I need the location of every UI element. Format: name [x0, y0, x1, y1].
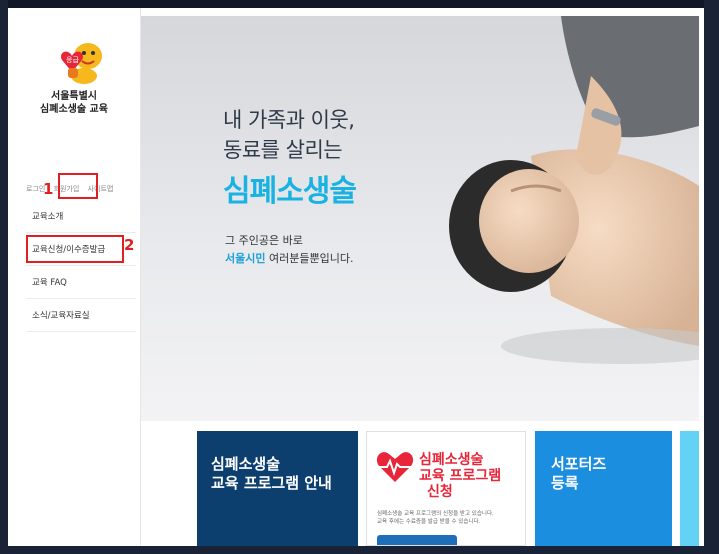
- card-program-apply-line3: 신청: [427, 484, 453, 500]
- window-edge-right: [704, 0, 719, 554]
- nav-item-faq[interactable]: 교육 FAQ: [26, 266, 136, 299]
- card-program-apply-line2: 교육 프로그램: [419, 468, 502, 484]
- org-title: 서울특별시 심폐소생술 교육: [8, 90, 140, 116]
- apply-button[interactable]: [377, 535, 457, 545]
- svg-text:응급: 응급: [66, 56, 79, 64]
- card-program-apply-line1: 심폐소생술: [419, 452, 484, 468]
- hero-main-title: 심폐소생술: [223, 174, 357, 209]
- card-program-apply-description: 심폐소생술 교육 프로그램의 신청을 받고 있습니다. 교육 후에는 수료증을 …: [377, 510, 494, 526]
- org-title-line1: 서울특별시: [51, 91, 97, 102]
- card-program-info-title: 심폐소생술 교육 프로그램 안내: [211, 455, 332, 493]
- hero-subtitle-rest: 여러분들뿐입니다.: [265, 252, 354, 265]
- highlight-box-signup: [58, 173, 98, 199]
- nav-item-intro[interactable]: 교육소개: [26, 200, 136, 233]
- nav-item-news-resources[interactable]: 소식/교육자료실: [26, 299, 136, 332]
- hero-subtitle-line2: 서울시민 여러분들뿐입니다.: [225, 250, 353, 266]
- card-supporters-line2: 등록: [551, 474, 579, 492]
- card-supporters-line1: 서포터즈: [551, 455, 607, 473]
- hero-headline-line1: 내 가족과 이웃,: [223, 108, 355, 132]
- sidebar-nav: 교육소개 교육신청/이수증발급 교육 FAQ 소식/교육자료실: [26, 200, 136, 332]
- hero-headline-line2: 동료를 살리는: [223, 138, 343, 162]
- annotation-number-2: 2: [124, 236, 135, 254]
- card-next-partial[interactable]: [680, 431, 699, 546]
- highlight-box-apply: [26, 235, 124, 263]
- card-program-apply-title: 심폐소생술 교육 프로그램 신청: [419, 452, 501, 500]
- card-program-apply[interactable]: 심폐소생술 교육 프로그램 신청 심폐소생술 교육 프로그램의 신청을 받고 있…: [366, 431, 526, 546]
- card-program-apply-desc2: 교육 후에는 수료증을 발급 받을 수 있습니다.: [377, 519, 481, 525]
- card-program-info-line1: 심폐소생술: [211, 455, 281, 473]
- card-supporters-title: 서포터즈 등록: [551, 455, 606, 493]
- sidebar: 응급 서울특별시 심폐소생술 교육 로그인 회원가입 사이트맵 교육소개 교육신…: [8, 8, 141, 546]
- cpr-mannequin-image: [449, 16, 699, 364]
- annotation-number-1: 1: [43, 180, 54, 198]
- hero-subtitle-line1: 그 주인공은 바로: [225, 234, 303, 247]
- card-program-info-line2: 교육 프로그램 안내: [211, 474, 332, 492]
- card-program-info[interactable]: 심폐소생술 교육 프로그램 안내: [197, 431, 358, 546]
- window-edge-bottom: [0, 546, 719, 554]
- card-supporters[interactable]: 서포터즈 등록: [535, 431, 672, 546]
- hero-subtitle-highlight: 서울시민: [225, 252, 266, 265]
- logo-mascot-icon[interactable]: 응급: [50, 38, 110, 86]
- org-title-line2: 심폐소생술 교육: [40, 104, 108, 115]
- hero-banner: 내 가족과 이웃, 동료를 살리는 심폐소생술 그 주인공은 바로 서울시민 여…: [141, 16, 699, 421]
- heart-pulse-icon: [376, 452, 414, 482]
- window-edge-left: [0, 0, 8, 554]
- card-program-apply-desc1: 심폐소생술 교육 프로그램의 신청을 받고 있습니다.: [377, 511, 494, 517]
